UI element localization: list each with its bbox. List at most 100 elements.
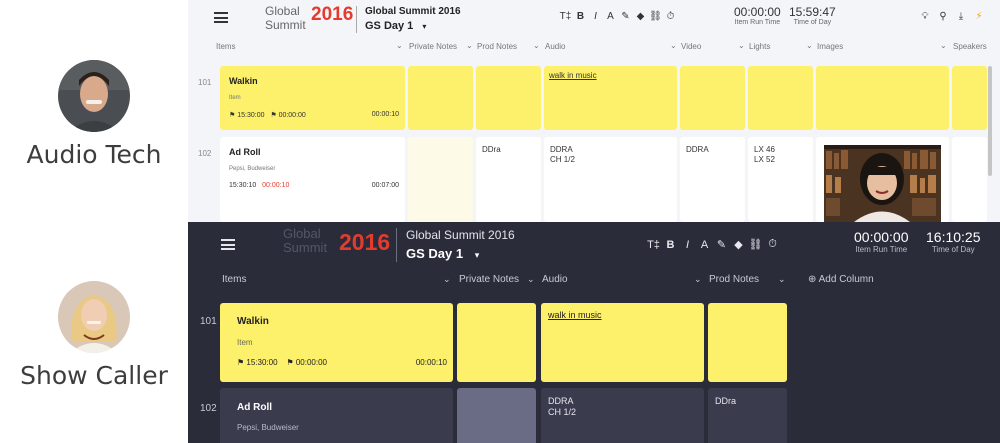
col-items[interactable]: Items bbox=[216, 42, 236, 51]
col-speakers[interactable]: Speakers bbox=[953, 42, 987, 51]
col-audio[interactable]: Audio bbox=[542, 274, 568, 285]
prod-notes-cell[interactable] bbox=[476, 66, 541, 130]
flag-icon: ⚑ bbox=[237, 358, 245, 367]
avatar-audio-tech bbox=[58, 60, 130, 132]
prod-notes-cell[interactable] bbox=[708, 303, 787, 382]
col-private-notes[interactable]: Private Notes bbox=[409, 42, 457, 51]
lights-cell[interactable] bbox=[748, 66, 813, 130]
show-caller-view: Global Summit 2016 Global Summit 2016 GS… bbox=[188, 222, 1000, 443]
day-selector[interactable]: GS Day 1 ▾ bbox=[365, 20, 426, 32]
private-notes-cell[interactable] bbox=[408, 137, 473, 222]
link-icon[interactable]: ⛓ bbox=[648, 11, 663, 22]
audio-tech-view: Global Summit 2016 Global Summit 2016 GS… bbox=[188, 0, 1000, 222]
item-run-time: 00:00:00 Item Run Time bbox=[854, 229, 909, 254]
timer-icon[interactable]: ⏱ bbox=[663, 11, 678, 22]
audio-cell[interactable]: walk in music bbox=[544, 66, 677, 130]
lightbulb-icon[interactable]: 💡︎ bbox=[916, 11, 934, 22]
event-title: Global Summit 2016 bbox=[406, 228, 515, 242]
download-icon[interactable]: ⤓ bbox=[952, 11, 970, 22]
speakers-cell[interactable] bbox=[952, 66, 987, 130]
text-size-icon[interactable]: T‡ bbox=[645, 239, 662, 251]
item-cell[interactable]: Ad Roll Pepsi, Budweiser bbox=[220, 388, 453, 443]
col-video[interactable]: Video bbox=[681, 42, 701, 51]
eraser-icon[interactable]: ◆ bbox=[633, 11, 648, 22]
item-cell[interactable]: Walkin Item ⚑ 15:30:00 ⚑ 00:00:00 00:00:… bbox=[220, 66, 405, 130]
col-prod-notes[interactable]: Prod Notes bbox=[477, 42, 517, 51]
avatar-show-caller bbox=[58, 281, 130, 353]
day-selector[interactable]: GS Day 1 ▾ bbox=[406, 246, 479, 261]
private-notes-cell[interactable] bbox=[457, 303, 536, 382]
role-audio-tech: Audio Tech bbox=[0, 60, 188, 169]
add-column-button[interactable]: ⊕ Add Column bbox=[808, 274, 874, 285]
header-actions: 💡︎ ⚲ ⤓ ⚡︎ bbox=[916, 11, 988, 22]
chevron-down-icon[interactable]: ⌄ bbox=[806, 41, 813, 50]
chevron-down-icon[interactable]: ⌄ bbox=[466, 41, 473, 50]
child-photo-thumbnail[interactable] bbox=[824, 145, 941, 222]
chevron-down-icon[interactable]: ⌄ bbox=[778, 274, 786, 285]
private-notes-cell[interactable] bbox=[457, 388, 536, 443]
chevron-down-icon[interactable]: ⌄ bbox=[738, 41, 745, 50]
chevron-down-icon[interactable]: ⌄ bbox=[670, 41, 677, 50]
item-cell[interactable]: Ad Roll Pepsi, Budweiser 15:30:10 00:00:… bbox=[220, 137, 405, 222]
prod-notes-cell[interactable]: DDra bbox=[476, 137, 541, 222]
role-show-caller: Show Caller bbox=[0, 281, 188, 390]
event-title: Global Summit 2016 bbox=[365, 6, 461, 17]
logo: Global Summit 2016 bbox=[265, 4, 354, 32]
col-lights[interactable]: Lights bbox=[749, 42, 770, 51]
logo: Global Summit 2016 bbox=[283, 226, 391, 255]
lightning-icon[interactable]: ⚡︎ bbox=[970, 11, 988, 22]
private-notes-cell[interactable] bbox=[408, 66, 473, 130]
link-icon[interactable]: ⛓ bbox=[747, 238, 764, 251]
bold-icon[interactable]: B bbox=[573, 11, 588, 22]
prod-notes-cell[interactable]: DDra bbox=[708, 388, 787, 443]
col-audio[interactable]: Audio bbox=[545, 42, 565, 51]
eraser-icon[interactable]: ◆ bbox=[730, 238, 747, 251]
vertical-scrollbar[interactable] bbox=[988, 66, 992, 176]
menu-icon[interactable] bbox=[214, 12, 228, 23]
row-number: 102 bbox=[198, 149, 212, 158]
chevron-down-icon[interactable]: ⌄ bbox=[527, 274, 535, 285]
format-toolbar: T‡ B I A ✎ ◆ ⛓ ⏱ bbox=[645, 238, 781, 251]
role-column: Audio Tech Show Caller bbox=[0, 0, 188, 443]
item-run-time: 00:00:00 Item Run Time bbox=[734, 5, 781, 26]
video-cell[interactable]: DDRA bbox=[680, 137, 745, 222]
col-private-notes[interactable]: Private Notes bbox=[459, 274, 519, 285]
chevron-down-icon[interactable]: ⌄ bbox=[396, 41, 403, 50]
header: Global Summit 2016 Global Summit 2016 GS… bbox=[188, 0, 1000, 38]
search-icon[interactable]: ⚲ bbox=[934, 11, 952, 22]
menu-icon[interactable] bbox=[221, 239, 235, 250]
audio-cell[interactable]: DDRA CH 1/2 bbox=[544, 137, 677, 222]
lights-cell[interactable]: LX 46 LX 52 bbox=[748, 137, 813, 222]
chevron-down-icon[interactable]: ⌄ bbox=[443, 274, 451, 285]
video-cell[interactable] bbox=[680, 66, 745, 130]
bold-icon[interactable]: B bbox=[662, 239, 679, 251]
plus-circle-icon: ⊕ bbox=[808, 274, 817, 285]
flag-icon: ⚑ bbox=[270, 112, 277, 119]
header-divider bbox=[396, 228, 397, 262]
highlighter-icon[interactable]: ✎ bbox=[618, 11, 633, 22]
audio-cell[interactable]: DDRA CH 1/2 bbox=[541, 388, 704, 443]
row-number: 101 bbox=[200, 316, 217, 327]
timer-icon[interactable]: ⏱ bbox=[764, 238, 781, 251]
row-number: 102 bbox=[200, 403, 217, 414]
role-name: Audio Tech bbox=[26, 140, 162, 169]
time-of-day: 16:10:25 Time of Day bbox=[926, 229, 981, 254]
italic-icon[interactable]: I bbox=[679, 239, 696, 251]
highlighter-icon[interactable]: ✎ bbox=[713, 238, 730, 251]
font-color-icon[interactable]: A bbox=[603, 11, 618, 22]
flag-icon: ⚑ bbox=[286, 358, 294, 367]
font-color-icon[interactable]: A bbox=[696, 239, 713, 251]
chevron-down-icon[interactable]: ⌄ bbox=[533, 41, 540, 50]
images-cell[interactable] bbox=[816, 66, 949, 130]
audio-cell[interactable]: walk in music bbox=[541, 303, 704, 382]
speakers-cell[interactable] bbox=[952, 137, 987, 222]
chevron-down-icon[interactable]: ⌄ bbox=[940, 41, 947, 50]
col-prod-notes[interactable]: Prod Notes bbox=[709, 274, 759, 285]
col-items[interactable]: Items bbox=[222, 274, 246, 285]
col-images[interactable]: Images bbox=[817, 42, 843, 51]
italic-icon[interactable]: I bbox=[588, 11, 603, 22]
item-cell[interactable]: Walkin Item ⚑ 15:30:00 ⚑ 00:00:00 00:00:… bbox=[220, 303, 453, 382]
chevron-down-icon[interactable]: ⌄ bbox=[694, 274, 702, 285]
images-cell[interactable] bbox=[816, 137, 949, 222]
text-size-icon[interactable]: T‡ bbox=[558, 11, 573, 22]
